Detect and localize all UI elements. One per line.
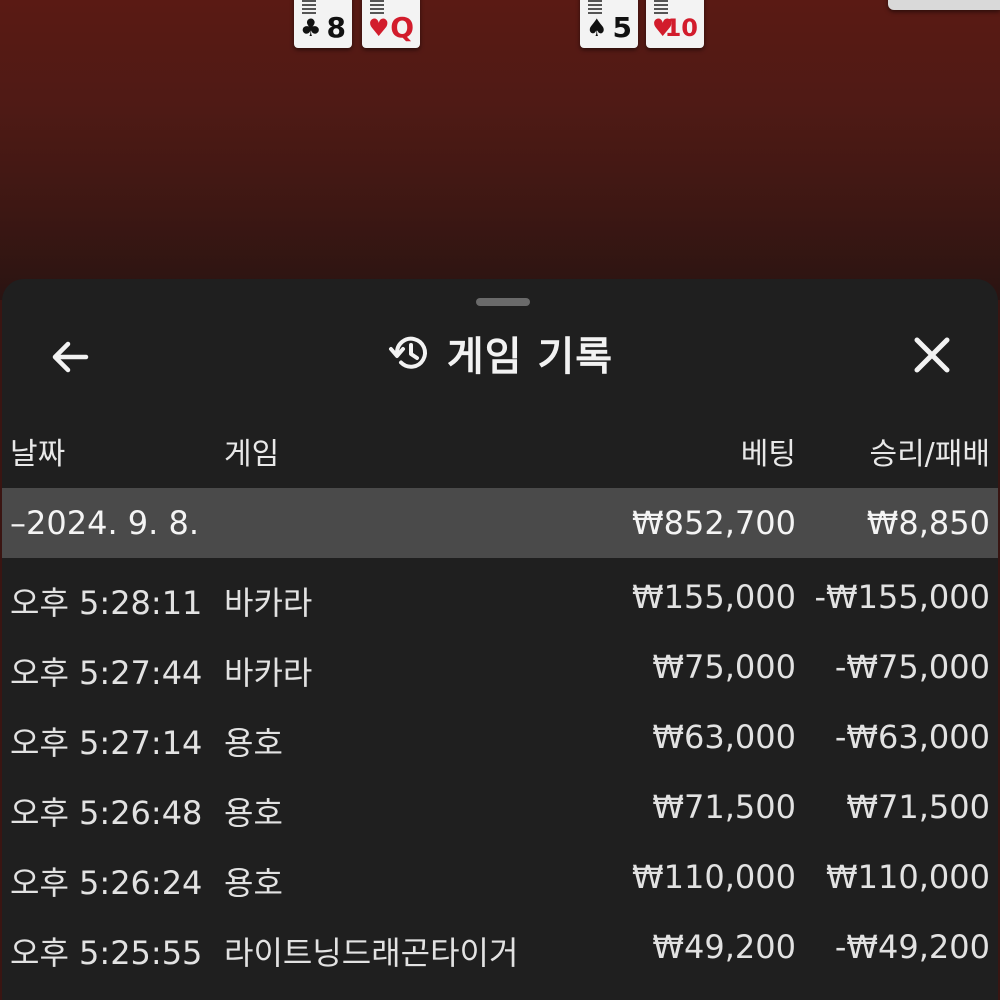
card-rank: 8 — [326, 11, 346, 44]
card-8-clubs: ♣ 8 — [294, 0, 352, 48]
table-row[interactable]: 오후 5:25:55 라이트닝드래곤타이거 ₩49,200 -₩49,200 — [2, 914, 998, 984]
column-header-win-loss: 승리/패배 — [869, 437, 990, 472]
header: 게임 기록 — [2, 323, 998, 383]
summary-bet: ₩852,700 — [632, 504, 796, 542]
row-bet: ₩71,500 — [652, 788, 796, 826]
close-button[interactable] — [906, 329, 958, 381]
card-rank: 5 — [612, 11, 632, 44]
row-time: 오후 5:26:48 — [10, 794, 203, 832]
summary-date: –2024. 9. 8. — [10, 504, 200, 542]
row-game: 바카라 — [224, 584, 313, 622]
card-q-hearts: ♥ Q — [362, 0, 420, 48]
row-win-loss: ₩110,000 — [826, 858, 990, 896]
close-icon — [914, 337, 950, 373]
drag-handle[interactable] — [476, 298, 530, 306]
card-10-hearts: ♥ 10 — [646, 0, 704, 48]
table-row[interactable]: 오후 5:26:48 용호 ₩71,500 ₩71,500 — [2, 774, 998, 844]
summary-win-loss: ₩8,850 — [866, 504, 990, 542]
table-row[interactable]: 오후 5:26:24 용호 ₩110,000 ₩110,000 — [2, 844, 998, 914]
card-rank: Q — [390, 11, 414, 44]
row-win-loss: -₩155,000 — [814, 578, 990, 616]
card-stripe-icon — [588, 0, 602, 14]
card-5-spades: ♠ 5 — [580, 0, 638, 48]
row-game: 용호 — [224, 724, 283, 762]
table-row[interactable]: 오후 5:28:11 바카라 ₩155,000 -₩155,000 — [2, 564, 998, 634]
column-header-row: 날짜 게임 베팅 승리/패배 — [2, 429, 998, 479]
game-table-background: ♣ 8 ♥ Q ♠ 5 ♥ 10 — [0, 0, 1000, 300]
row-game: 용호 — [224, 864, 283, 902]
history-list: 오후 5:28:11 바카라 ₩155,000 -₩155,000 오후 5:2… — [2, 564, 998, 984]
row-time: 오후 5:28:11 — [10, 584, 203, 622]
row-game: 라이트닝드래곤타이거 — [224, 934, 519, 972]
row-time: 오후 5:27:44 — [10, 654, 203, 692]
heart-suit-icon: ♥ — [368, 14, 390, 42]
column-header-bet: 베팅 — [740, 437, 796, 472]
row-bet: ₩75,000 — [652, 648, 796, 686]
history-icon — [387, 330, 433, 376]
card-stripe-icon — [302, 0, 316, 14]
row-bet: ₩155,000 — [632, 578, 796, 616]
row-win-loss: -₩49,200 — [834, 928, 990, 966]
table-row[interactable]: 오후 5:27:14 용호 ₩63,000 -₩63,000 — [2, 704, 998, 774]
row-bet: ₩110,000 — [632, 858, 796, 896]
row-win-loss: -₩63,000 — [834, 718, 990, 756]
row-game: 용호 — [224, 794, 283, 832]
page-title: 게임 기록 — [446, 334, 614, 380]
column-header-date: 날짜 — [10, 437, 66, 472]
date-summary-row[interactable]: –2024. 9. 8. ₩852,700 ₩8,850 — [2, 488, 998, 558]
spade-suit-icon: ♠ — [586, 14, 608, 42]
row-time: 오후 5:25:55 — [10, 934, 203, 972]
row-win-loss: ₩71,500 — [846, 788, 990, 826]
row-bet: ₩63,000 — [652, 718, 796, 756]
row-bet: ₩49,200 — [652, 928, 796, 966]
game-history-sheet: 게임 기록 날짜 게임 베팅 승리/패배 –2024. 9. 8. ₩852,7… — [2, 279, 998, 1000]
row-time: 오후 5:26:24 — [10, 864, 203, 902]
chip-stack — [888, 0, 1000, 10]
club-suit-icon: ♣ — [300, 14, 322, 42]
column-header-game: 게임 — [224, 437, 280, 472]
row-win-loss: -₩75,000 — [834, 648, 990, 686]
card-stripe-icon — [370, 0, 384, 14]
table-row[interactable]: 오후 5:27:44 바카라 ₩75,000 -₩75,000 — [2, 634, 998, 704]
row-game: 바카라 — [224, 654, 313, 692]
row-time: 오후 5:27:14 — [10, 724, 203, 762]
card-rank: 10 — [664, 14, 698, 42]
card-stripe-icon — [654, 0, 668, 14]
